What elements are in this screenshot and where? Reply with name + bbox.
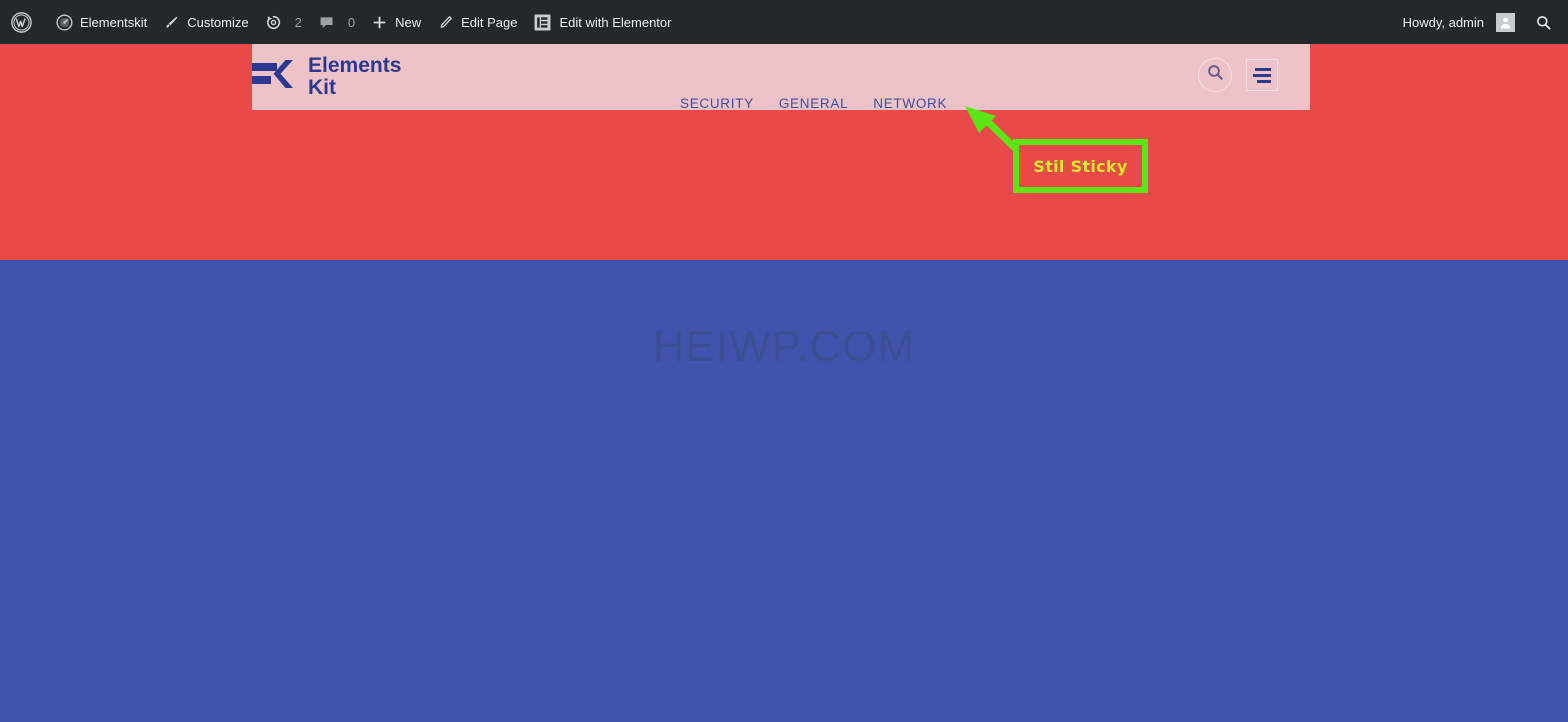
screenshot-root: Elementskit Customize 2 0 New Edit Page … [0, 0, 1568, 722]
ek-logo-mark-icon [252, 58, 300, 96]
admin-bar-item-updates[interactable]: 2 [257, 0, 310, 44]
hamburger-menu-icon [1253, 67, 1271, 83]
wordpress-icon [11, 11, 32, 33]
wordpress-admin-bar: Elementskit Customize 2 0 New Edit Page … [0, 0, 1568, 44]
search-icon [1535, 14, 1552, 31]
site-logo-text: Elements Kit [308, 53, 402, 99]
admin-bar-left-group: Elementskit Customize 2 0 New Edit Page … [0, 0, 679, 44]
howdy-label: Howdy, admin [1402, 14, 1484, 30]
admin-bar-item-customize[interactable]: Customize [155, 0, 256, 44]
header-search-button[interactable] [1198, 58, 1232, 92]
logo-text-line2: Kit [308, 76, 336, 99]
site-logo[interactable]: Elements Kit [252, 53, 402, 99]
admin-bar-label: Edit Page [461, 14, 518, 30]
plus-icon [371, 14, 388, 31]
search-icon [1206, 63, 1225, 87]
nav-item-general[interactable]: GENERAL [779, 96, 848, 111]
dashboard-icon [56, 14, 73, 31]
page-content: HEIWP.COM Elements Kit SECURITY GENERAL … [0, 44, 1568, 722]
main-navigation: SECURITY GENERAL NETWORK [680, 96, 947, 111]
sticky-site-header: Elements Kit SECURITY GENERAL NETWORK [252, 44, 1310, 111]
update-icon [265, 14, 282, 31]
header-menu-toggle-button[interactable] [1246, 59, 1278, 91]
admin-bar-label: Customize [187, 14, 249, 30]
paintbrush-icon [163, 14, 180, 31]
user-avatar-icon [1496, 12, 1515, 32]
elementor-icon [533, 13, 552, 32]
nav-item-network[interactable]: NETWORK [873, 96, 947, 111]
logo-text-line1: Elements [308, 53, 402, 77]
admin-bar-right-group: Howdy, admin [1395, 0, 1568, 44]
admin-bar-label: New [395, 14, 422, 30]
updates-count: 2 [294, 14, 302, 30]
admin-bar-item-comments[interactable]: 0 [310, 0, 363, 44]
admin-bar-item-new-content[interactable]: New [363, 0, 429, 44]
annotation-label: Stil Sticky [1033, 156, 1128, 176]
admin-bar-item-wp-logo[interactable] [4, 0, 48, 44]
site-watermark: HEIWP.COM [652, 322, 916, 371]
comment-icon [318, 14, 335, 31]
admin-bar-item-edit-page[interactable]: Edit Page [429, 0, 525, 44]
annotation-callout-box: Stil Sticky [1013, 139, 1148, 193]
pencil-icon [437, 14, 454, 31]
admin-bar-item-search[interactable] [1523, 0, 1558, 44]
admin-bar-label: Elementskit [80, 14, 148, 30]
admin-bar-item-edit-with-elementor[interactable]: Edit with Elementor [525, 0, 679, 44]
comments-count: 0 [347, 14, 356, 30]
header-tools [1198, 58, 1278, 92]
admin-bar-item-site-name[interactable]: Elementskit [48, 0, 155, 44]
admin-bar-label: Edit with Elementor [559, 14, 672, 30]
admin-bar-item-my-account[interactable]: Howdy, admin [1395, 0, 1523, 44]
nav-item-security[interactable]: SECURITY [680, 96, 754, 111]
